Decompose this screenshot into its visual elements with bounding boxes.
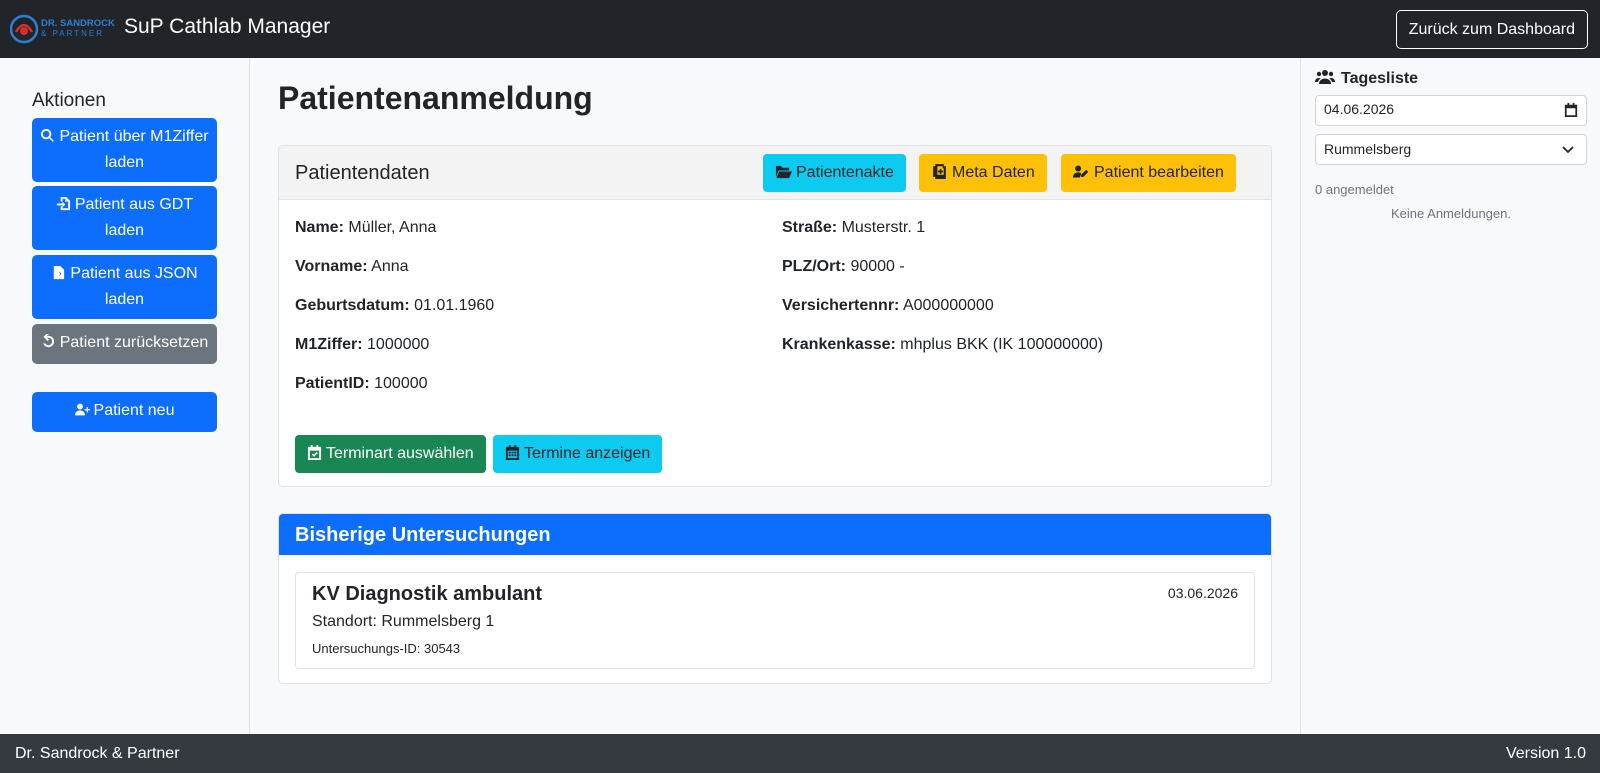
brand-logo: DR. SANDROCK & PARTNER [10,14,115,44]
page-title: Patientenanmeldung [278,80,593,116]
file-import-icon [56,195,71,219]
location-select-value: Rummelsberg [1324,141,1412,157]
field-strasse-label: Straße: [782,219,838,236]
actions-sidebar: Aktionen Patient über M1Ziffer laden Pat… [0,58,250,734]
field-patientid: PatientID: 100000 [295,375,428,393]
sidebar-heading: Aktionen [32,90,106,111]
date-value: 04.06.2026 [1324,101,1395,117]
date-input[interactable]: 04.06.2026 [1315,95,1587,126]
field-strasse: Straße: Musterstr. 1 [782,219,925,237]
calendar-check-icon [307,445,322,460]
field-strasse-value: Musterstr. 1 [841,219,926,236]
patientenakte-label: Patientenakte [796,164,894,181]
exam-date: 03.06.2026 [1167,585,1238,601]
field-vorname-value: Anna [371,258,409,275]
select-appointment-type-label: Terminart auswählen [326,445,474,462]
field-versichertennr-value: A000000000 [902,297,994,314]
back-to-dashboard-button[interactable]: Zurück zum Dashboard [1395,10,1588,49]
calendar-picker-icon[interactable] [1564,103,1578,117]
location-select[interactable]: Rummelsberg [1315,134,1587,165]
patientenakte-button[interactable]: Patientenakte [763,154,906,192]
tagesliste-title: Tagesliste [1315,69,1418,88]
field-krankenkasse: Krankenkasse: mhplus BKK (IK 100000000) [782,336,1103,354]
app-title: SuP Cathlab Manager [124,15,331,38]
exam-title: KV Diagnostik ambulant [312,583,543,605]
empty-registrations-message: Keine Anmeldungen. [1391,206,1511,221]
reset-patient-button[interactable]: Patient zurücksetzen [32,324,217,364]
load-m1ziffer-label: Patient über M1Ziffer laden [59,128,209,171]
file-medical-icon [933,164,946,179]
patient-data-card: Patientendaten Patientenakte Meta Daten … [278,145,1272,487]
logo-text-1: DR. SANDROCK [41,18,115,29]
registered-count: 0 angemeldet [1315,182,1394,197]
exams-card-title: Bisherige Untersuchungen [279,514,1271,555]
calendar-icon [505,445,520,460]
field-vorname-label: Vorname: [295,258,368,275]
field-m1ziffer-value: 1000000 [367,336,430,353]
reset-patient-label: Patient zurücksetzen [59,334,209,351]
file-code-icon [51,264,66,288]
load-m1ziffer-button[interactable]: Patient über M1Ziffer laden [32,118,217,182]
previous-exams-card: Bisherige Untersuchungen KV Diagnostik a… [278,513,1272,684]
field-m1ziffer: M1Ziffer: 1000000 [295,336,429,354]
chevron-down-icon [1562,146,1574,154]
logo-text-2: & PARTNER [41,29,104,38]
search-icon [40,127,55,151]
footer-version: Version 1.0 [1505,745,1586,762]
folder-open-icon [775,165,792,179]
meta-data-button[interactable]: Meta Daten [919,154,1047,192]
patient-card-title: Patientendaten [295,162,430,184]
select-appointment-type-button[interactable]: Terminart auswählen [295,435,486,473]
field-plz-ort-label: PLZ/Ort: [782,258,846,275]
top-navbar: DR. SANDROCK & PARTNER SuP Cathlab Manag… [0,0,1600,58]
new-patient-button[interactable]: Patient neu [32,392,217,432]
load-json-label: Patient aus JSON laden [70,265,198,308]
main-content: Patientenanmeldung Patientendaten Patien… [250,58,1300,734]
users-icon [1315,70,1335,84]
new-patient-label: Patient neu [93,402,175,419]
exam-list-item[interactable]: KV Diagnostik ambulant 03.06.2026 Stando… [295,572,1255,669]
field-vorname: Vorname: Anna [295,258,409,276]
tagesliste-title-text: Tagesliste [1341,70,1419,87]
field-name-value: Müller, Anna [348,219,437,236]
field-geburtsdatum: Geburtsdatum: 01.01.1960 [295,297,494,315]
footer: Dr. Sandrock & Partner Version 1.0 [0,734,1600,773]
field-geburtsdatum-label: Geburtsdatum: [295,297,410,314]
field-name-label: Name: [295,219,344,236]
tagesliste-panel: Tagesliste 04.06.2026 Rummelsberg 0 ange… [1300,58,1600,734]
user-plus-icon [74,401,90,425]
field-plz-ort-value: 90000 - [850,258,905,275]
user-edit-icon [1073,165,1089,178]
field-versichertennr-label: Versichertennr: [782,297,900,314]
exam-id: Untersuchungs-ID: 30543 [312,641,461,656]
footer-company: Dr. Sandrock & Partner [15,745,180,762]
exam-location: Standort: Rummelsberg 1 [312,613,495,630]
field-m1ziffer-label: M1Ziffer: [295,336,363,353]
edit-patient-button[interactable]: Patient bearbeiten [1061,154,1236,192]
show-appointments-label: Termine anzeigen [524,445,651,462]
field-krankenkasse-value: mhplus BKK (IK 100000000) [900,336,1104,353]
edit-patient-label: Patient bearbeiten [1094,164,1224,181]
field-patientid-label: PatientID: [295,375,370,392]
show-appointments-button[interactable]: Termine anzeigen [493,435,663,473]
field-krankenkasse-label: Krankenkasse: [782,336,896,353]
load-gdt-label: Patient aus GDT laden [74,196,194,239]
load-json-button[interactable]: Patient aus JSON laden [32,255,217,319]
field-patientid-value: 100000 [374,375,428,392]
field-plz-ort: PLZ/Ort: 90000 - [782,258,905,276]
field-geburtsdatum-value: 01.01.1960 [414,297,495,314]
meta-data-label: Meta Daten [952,164,1035,181]
load-gdt-button[interactable]: Patient aus GDT laden [32,186,217,250]
field-versichertennr: Versichertennr: A000000000 [782,297,994,315]
field-name: Name: Müller, Anna [295,219,436,237]
patient-card-header: Patientendaten Patientenakte Meta Daten … [279,146,1271,200]
undo-icon [41,332,56,357]
